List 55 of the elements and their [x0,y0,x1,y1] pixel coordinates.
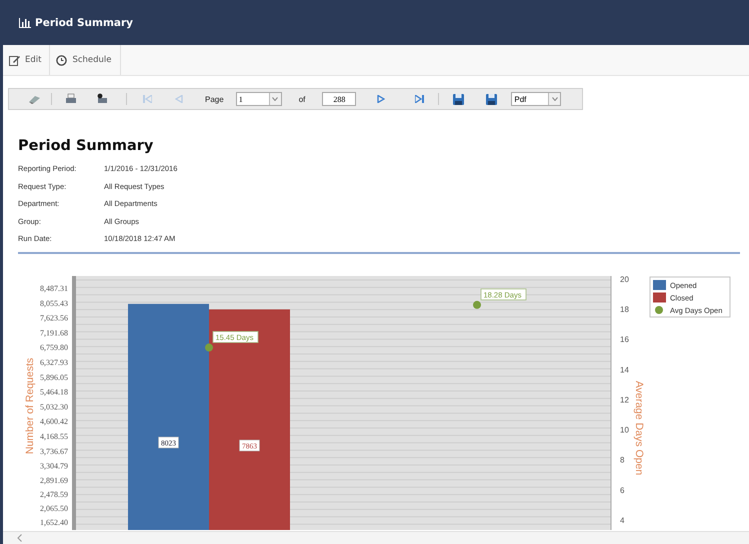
next-icon [377,95,386,103]
data-point [473,300,481,308]
legend-swatch [653,292,666,302]
legend-marker [655,306,663,314]
edit-button[interactable]: Edit [3,45,50,75]
axis-tick-label: 8,487.31 [40,283,68,292]
axis-tick-label: 20 [620,274,629,284]
axis-title: Number of Requests [24,357,36,454]
horizontal-scrollbar[interactable] [3,531,749,544]
axis-tick-label: 6 [620,485,624,494]
axis-tick-label: 2,478.59 [40,489,68,498]
data-point [205,343,213,352]
export-format-select[interactable]: Pdf [511,92,562,106]
axis-tick-label: 1,652.40 [40,518,68,527]
axis-tick-label: 6,759.80 [40,342,68,352]
page-select[interactable]: 1 [236,92,282,106]
caret-icon [552,97,558,101]
caret-icon [272,97,278,101]
page-title: Period Summary [35,16,134,28]
axis-tick-label: 10 [620,425,629,434]
report-title: Period Summary [18,138,154,154]
axis-tick-label: 4,600.42 [40,416,68,426]
axis-tick-label: 6,327.93 [40,358,68,366]
clock-icon [56,54,68,66]
axis-tick-label: 7,191.68 [40,328,68,337]
axis-tick-label: 16 [620,334,629,344]
printer-icon [65,93,77,105]
axis-tick-label: 18 [620,304,629,314]
axis-title: Average Days Open [633,380,645,475]
axis-tick-label: 4,168.55 [40,432,68,440]
axis-tick-label: 7,623.56 [40,313,68,322]
axis-tick-label: 8 [620,455,624,464]
axis-tick-label: 14 [620,364,629,374]
axis-tick-label: 2,891.69 [40,475,68,484]
bar-chart-icon [19,17,31,28]
axis-tick-label: 12 [620,394,629,404]
axis-tick-label: 5,896.05 [40,372,68,382]
schedule-button[interactable]: Schedule [50,45,121,75]
axis-tick-label: 5,032.30 [40,402,68,411]
axis-tick-label: 5,464.18 [40,387,68,396]
last-page-icon [414,95,424,103]
axis-tick-label: 3,304.79 [40,461,68,470]
axis-tick-label: 2,065.50 [40,504,68,513]
chevron-left-icon [17,534,22,542]
page-label: Page [205,94,224,104]
eraser-icon [28,94,40,104]
of-label: of [298,94,306,104]
edit-icon [9,54,20,66]
axis-tick-label: 4 [620,515,624,524]
legend-swatch [653,280,666,290]
page-total-field[interactable]: 288 [322,92,356,106]
axis-tick-label: 3,736.67 [40,446,68,456]
previous-icon [175,95,183,103]
first-page-icon [142,95,152,103]
axis-tick-label: 8,055.43 [40,298,68,308]
